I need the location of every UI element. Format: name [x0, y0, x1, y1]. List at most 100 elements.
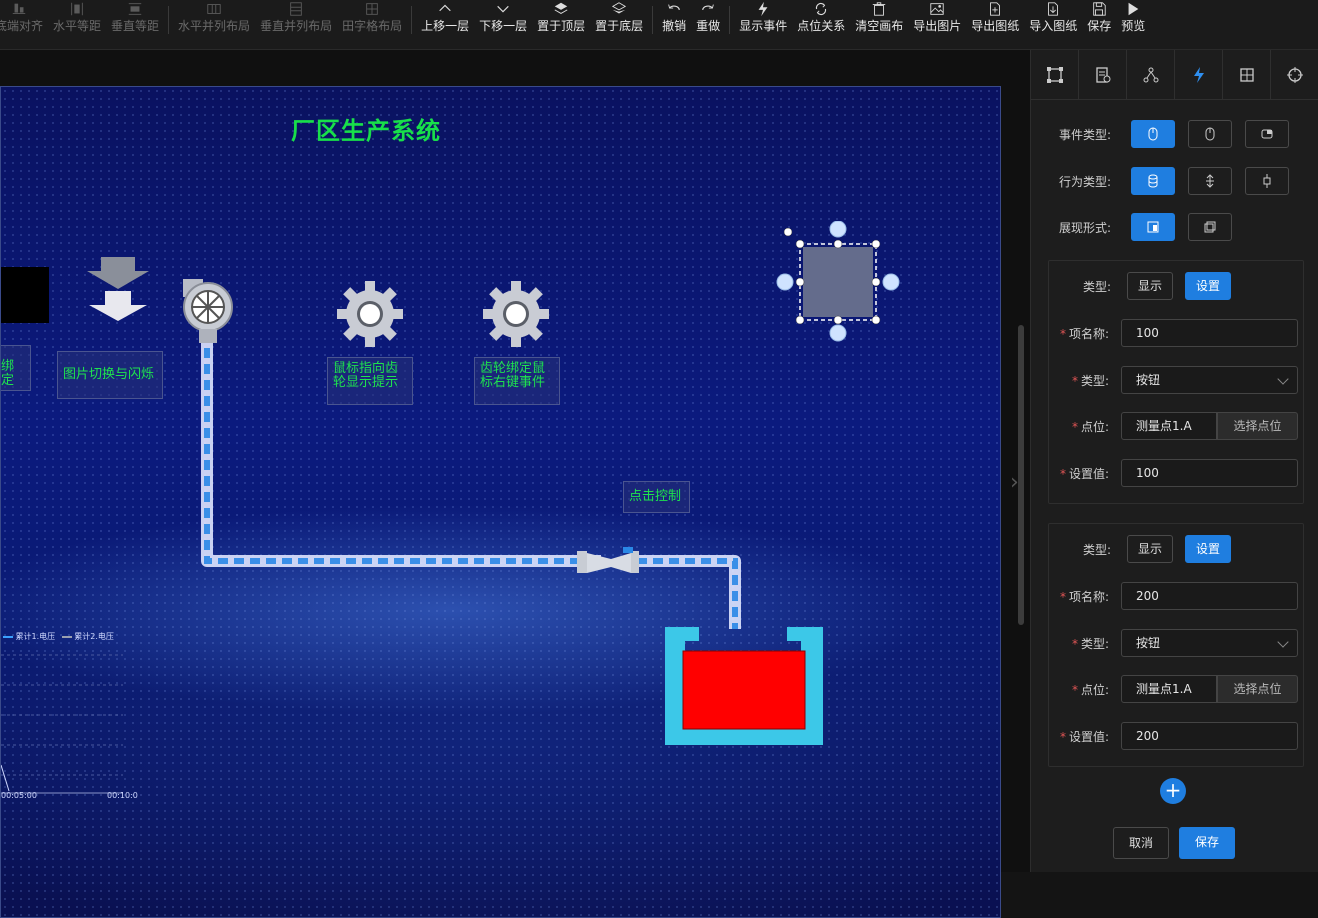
play-icon — [1124, 0, 1142, 18]
event-type-label: 事件类型: — [1058, 127, 1111, 142]
valve-graphic[interactable] — [577, 545, 641, 577]
toolbar-label: 点位关系 — [797, 19, 846, 33]
display-form-label: 展现形式: — [1058, 220, 1111, 235]
toolbar-grid-layout-button[interactable]: 田字格布局 — [337, 0, 407, 40]
item-name-label: 项名称: — [1068, 326, 1109, 341]
fan-pump-graphic[interactable] — [181, 277, 235, 347]
panel-tabs — [1031, 50, 1318, 100]
toolbar-label: 预览 — [1121, 19, 1146, 33]
lightning-icon — [1193, 66, 1204, 83]
gear-icon[interactable] — [483, 281, 549, 347]
item-name-input[interactable]: 200 — [1121, 582, 1298, 610]
type-show-button[interactable]: 显示 — [1127, 535, 1174, 563]
drawing-canvas[interactable]: 厂区生产系统 绑定 图片切换与闪烁 鼠标指向齿轮显示提示 齿轮绑定鼠标右键事件 … — [0, 86, 1001, 918]
display-popup-button[interactable] — [1188, 213, 1232, 241]
chevron-down-icon — [494, 0, 512, 18]
tab-position[interactable] — [1271, 50, 1318, 99]
item-name-input[interactable]: 100 — [1121, 319, 1298, 347]
toolbar-lightning-button[interactable]: 显示事件 — [734, 0, 792, 40]
window-icon — [1147, 221, 1159, 233]
toolbar-chevron-down-button[interactable]: 下移一层 — [474, 0, 532, 40]
toolbar-label: 垂直等距 — [111, 19, 160, 33]
toolbar-horizontal-layout-button[interactable]: 水平并列布局 — [173, 0, 255, 40]
toolbar-vertical-layout-button[interactable]: 垂直并列布局 — [255, 0, 337, 40]
action-toggle-button[interactable] — [1188, 167, 1232, 195]
pick-point-button[interactable]: 选择点位 — [1217, 675, 1298, 703]
type-set-button[interactable]: 设置 — [1185, 535, 1232, 563]
event-right-click-button[interactable] — [1245, 120, 1289, 148]
chevron-up-icon — [436, 0, 454, 18]
toolbar-separator — [411, 6, 413, 34]
toolbar-layers-bottom-button[interactable]: 置于底层 — [590, 0, 648, 40]
tab-layout[interactable] — [1223, 50, 1271, 99]
vertical-distribute-icon — [126, 0, 144, 18]
toolbar-vertical-distribute-button[interactable]: 垂直等距 — [106, 0, 164, 40]
chart-gridlines — [1, 654, 123, 794]
item-setvalue-input[interactable]: 100 — [1121, 459, 1298, 487]
toolbar-label: 置于顶层 — [537, 19, 586, 33]
x-tick-2: 00:10:0 — [107, 791, 138, 800]
toolbar-trash-button[interactable]: 清空画布 — [850, 0, 908, 40]
toolbar-label: 垂直并列布局 — [260, 19, 333, 33]
item-setvalue-input[interactable]: 200 — [1121, 722, 1298, 750]
pipe-line — [201, 332, 741, 629]
toolbar-chevron-up-button[interactable]: 上移一层 — [416, 0, 474, 40]
toolbar-import-file-button[interactable]: 导入图纸 — [1024, 0, 1082, 40]
save-button[interactable]: 保存 — [1179, 827, 1235, 859]
toolbar-align-bottom-button[interactable]: 底端对齐 — [0, 0, 48, 40]
label-click-control[interactable]: 点击控制 — [623, 481, 690, 513]
lightning-icon — [754, 0, 772, 18]
tab-data[interactable] — [1079, 50, 1127, 99]
toolbar-export-file-button[interactable]: 导出图纸 — [966, 0, 1024, 40]
gear-icon[interactable] — [337, 281, 403, 347]
cancel-button[interactable]: 取消 — [1113, 827, 1169, 859]
mouse-right-icon — [1261, 129, 1273, 139]
toolbar-redo-button[interactable]: 重做 — [691, 0, 725, 40]
toolbar-refresh-button[interactable]: 点位关系 — [792, 0, 850, 40]
action-animate-button[interactable] — [1245, 167, 1289, 195]
toolbar-label: 重做 — [696, 19, 721, 33]
horizontal-distribute-icon — [68, 0, 86, 18]
label-gear-hover-text: 鼠标指向齿轮显示提示 — [333, 361, 399, 390]
item-kind-select[interactable]: 按钮 — [1121, 629, 1298, 657]
line-chart-widget[interactable]: 累计1.电压 累计2.电压 00:05:00 00:10:0 — [1, 631, 141, 801]
image-icon — [928, 0, 946, 18]
item-setvalue-label: 设置值: — [1068, 466, 1109, 481]
item-kind-select[interactable]: 按钮 — [1121, 366, 1298, 394]
move-icon — [1263, 174, 1271, 188]
type-show-button[interactable]: 显示 — [1127, 272, 1174, 300]
toolbar-label: 田字格布局 — [342, 19, 403, 33]
display-panel-button[interactable] — [1131, 213, 1175, 241]
toolbar-play-button[interactable]: 预览 — [1116, 0, 1150, 40]
collapse-panel-icon[interactable]: › — [1010, 470, 1019, 495]
toolbar-separator — [652, 6, 654, 34]
toolbar-label: 撤销 — [662, 19, 687, 33]
item-point-input[interactable]: 测量点1.A — [1121, 412, 1217, 440]
tab-events[interactable] — [1175, 50, 1223, 99]
toolbar-separator — [168, 6, 170, 34]
type-set-button[interactable]: 设置 — [1185, 272, 1232, 300]
tab-resize[interactable] — [1031, 50, 1079, 99]
action-data-button[interactable] — [1131, 167, 1175, 195]
toolbar-horizontal-distribute-button[interactable]: 水平等距 — [48, 0, 106, 40]
canvas-scrollbar[interactable] — [1018, 325, 1024, 625]
label-gear-hover[interactable]: 鼠标指向齿轮显示提示 — [327, 357, 413, 405]
mouse-icon — [1205, 127, 1215, 141]
toolbar-layers-top-button[interactable]: 置于顶层 — [532, 0, 590, 40]
event-hover-button[interactable] — [1188, 120, 1232, 148]
tank-graphic[interactable] — [665, 627, 823, 745]
toolbar-image-button[interactable]: 导出图片 — [908, 0, 966, 40]
toolbar-separator — [729, 6, 731, 34]
event-click-button[interactable] — [1131, 120, 1175, 148]
tab-nodes[interactable] — [1127, 50, 1175, 99]
label-gear-right-click[interactable]: 齿轮绑定鼠标右键事件 — [474, 357, 560, 405]
item-point-input[interactable]: 测量点1.A — [1121, 675, 1217, 703]
toolbar-undo-button[interactable]: 撤销 — [657, 0, 691, 40]
toolbar-save-button[interactable]: 保存 — [1082, 0, 1116, 40]
item-point-label: 点位: — [1080, 419, 1109, 434]
pick-point-button[interactable]: 选择点位 — [1217, 412, 1298, 440]
grid-icon — [1239, 67, 1254, 82]
selected-rectangle[interactable] — [775, 221, 905, 351]
add-item-button[interactable]: + — [1160, 778, 1186, 804]
grid-layout-icon — [363, 0, 381, 18]
